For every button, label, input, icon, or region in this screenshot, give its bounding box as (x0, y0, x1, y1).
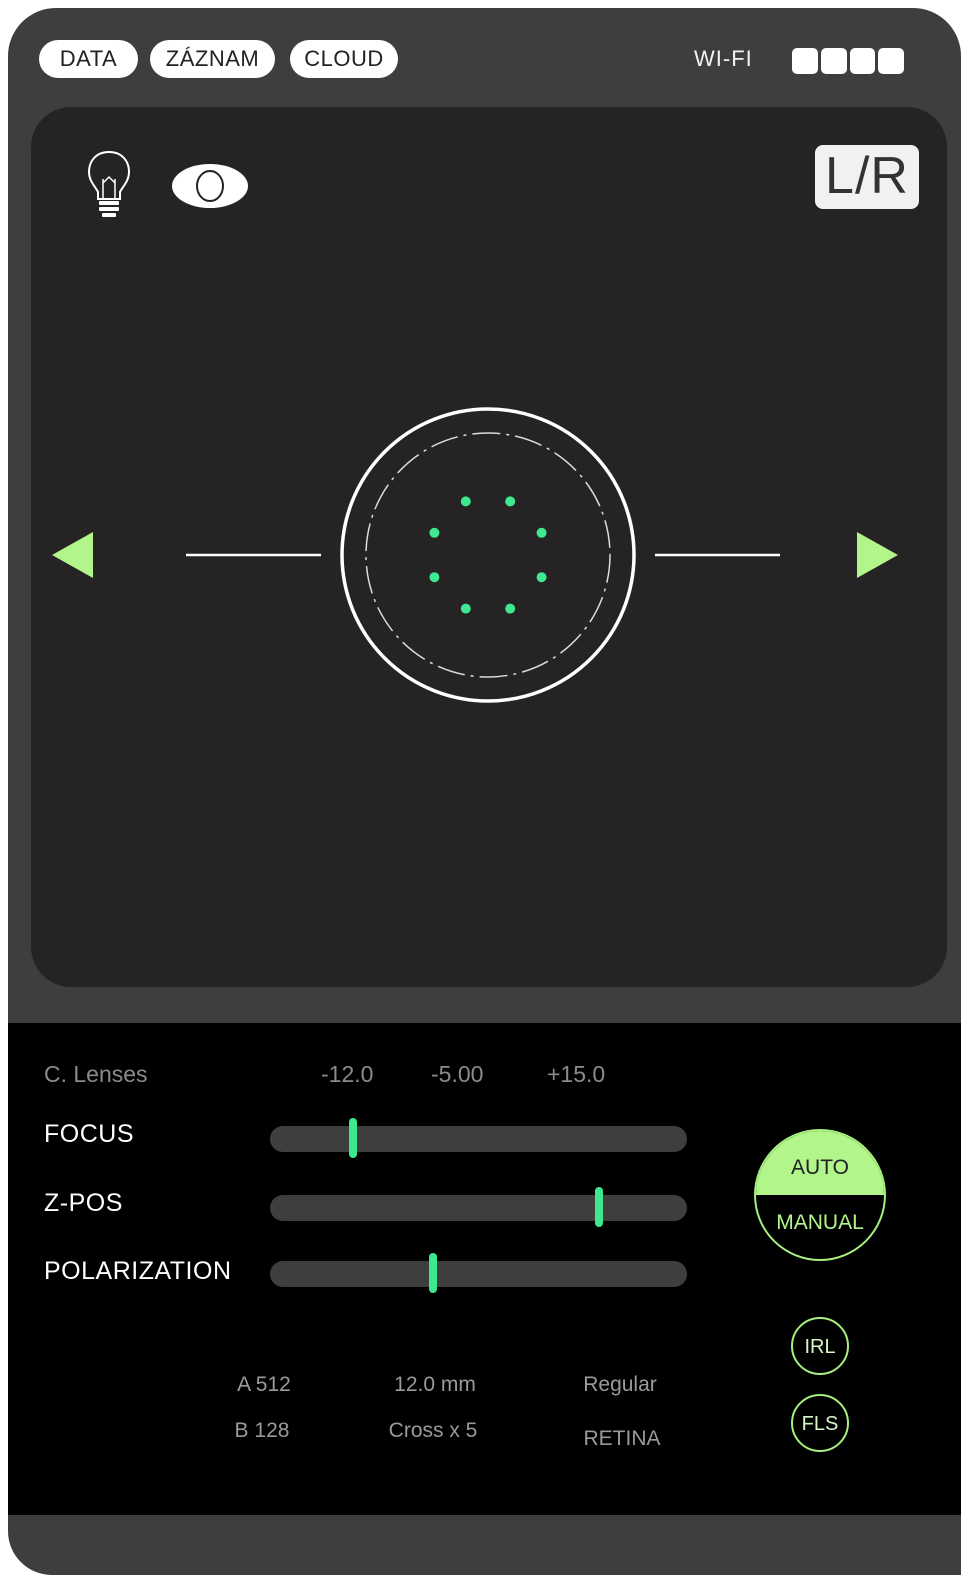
signal-bar (792, 48, 818, 74)
lens-value[interactable]: +15.0 (547, 1061, 605, 1088)
inner-dashed-ring (365, 432, 611, 678)
signal-bar (820, 48, 847, 74)
manual-button[interactable]: MANUAL (756, 1195, 884, 1259)
target-dot (505, 496, 516, 507)
irl-button[interactable]: IRL (791, 1317, 849, 1375)
left-arrow-icon[interactable] (52, 532, 93, 578)
camera-viewer: L/R (31, 107, 947, 987)
target-dots (429, 496, 547, 614)
tab-cloud[interactable]: CLOUD (290, 40, 398, 78)
target-dot (505, 603, 516, 614)
target-dot (460, 603, 471, 614)
outer-ring (340, 407, 636, 703)
target-dot (536, 572, 547, 583)
tab-zaznam[interactable]: ZÁZNAM (150, 40, 275, 78)
wifi-label: WI-FI (694, 46, 753, 71)
polarization-slider[interactable] (270, 1253, 687, 1293)
alignment-target (52, 407, 898, 703)
zpos-slider[interactable] (270, 1187, 687, 1227)
target-dot (460, 496, 471, 507)
signal-bar (878, 48, 904, 74)
zpos-slider-thumb[interactable] (595, 1187, 604, 1227)
info-target: RETINA (583, 1427, 661, 1450)
zpos-label: Z-POS (44, 1189, 123, 1217)
info-b-value: B 128 (234, 1419, 290, 1442)
auto-manual-toggle[interactable]: AUTO MANUAL (754, 1129, 886, 1261)
lens-label: C. Lenses (44, 1061, 148, 1087)
controls-panel: C. Lenses -12.0 -5.00 +15.0 FOCUS Z-POS … (8, 1023, 961, 1515)
fls-button[interactable]: FLS (791, 1394, 849, 1452)
target-dot (429, 572, 440, 583)
auto-button[interactable]: AUTO (756, 1131, 884, 1195)
polarization-label: POLARIZATION (44, 1257, 232, 1285)
tab-data[interactable]: DATA (39, 40, 138, 78)
info-distance: 12.0 mm (394, 1373, 476, 1396)
target-dot (536, 527, 547, 538)
target-dot (429, 527, 440, 538)
info-a-value: A 512 (237, 1373, 291, 1396)
signal-bar (849, 48, 876, 74)
lens-value[interactable]: -5.00 (431, 1061, 483, 1088)
info-pattern: Cross x 5 (388, 1419, 478, 1442)
lens-value[interactable]: -12.0 (321, 1061, 373, 1088)
focus-slider[interactable] (270, 1118, 687, 1158)
focus-label: FOCUS (44, 1120, 134, 1148)
focus-slider-thumb[interactable] (349, 1118, 358, 1158)
device-frame: DATA ZÁZNAM CLOUD WI-FI L/R C. Lenses -1… (8, 8, 961, 1575)
right-arrow-icon[interactable] (857, 532, 898, 578)
polarization-slider-thumb[interactable] (428, 1253, 437, 1293)
info-mode: Regular (583, 1373, 657, 1396)
wifi-signal-indicator (792, 48, 904, 74)
